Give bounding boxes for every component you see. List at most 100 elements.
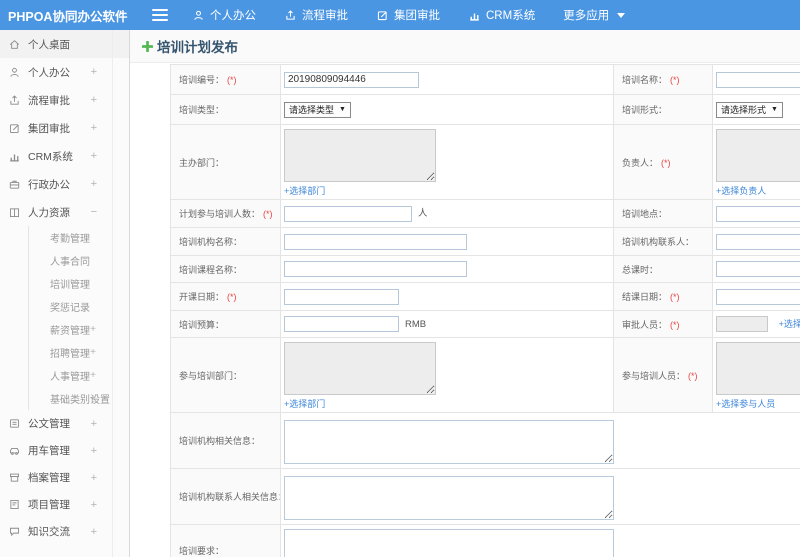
topmenu-personal-office[interactable]: 个人办公: [178, 0, 270, 30]
sidebar-item-knowledge[interactable]: 知识交流 +: [0, 518, 129, 545]
expand-icon[interactable]: +: [90, 324, 96, 335]
join-people-textarea[interactable]: [716, 342, 800, 395]
sidebar-item-label: CRM系统: [28, 150, 73, 163]
sidebar-subitem-personnel[interactable]: 人事管理 +: [29, 364, 129, 387]
sidebar-item-vehicle[interactable]: 用车管理 +: [0, 437, 129, 464]
expand-icon[interactable]: +: [91, 418, 97, 430]
sidebar-subitem-attendance[interactable]: 考勤管理: [29, 226, 129, 249]
approver-input[interactable]: [716, 316, 768, 332]
sidebar-item-projects[interactable]: 项目管理 +: [0, 491, 129, 518]
sidebar-subitem-label: 人事管理: [50, 372, 90, 383]
org-name-input[interactable]: [284, 233, 467, 250]
location-input[interactable]: [716, 205, 800, 222]
field-label: 培训形式：: [622, 105, 668, 115]
select-dept-link[interactable]: +选择部门: [284, 184, 325, 197]
join-dept-textarea[interactable]: [284, 342, 436, 395]
sidebar-subitem-recruitment[interactable]: 招聘管理 +: [29, 341, 129, 364]
sidebar-item-crm-system[interactable]: CRM系统 +: [0, 142, 129, 170]
sidebar-subitem-rewards[interactable]: 奖惩记录: [29, 295, 129, 318]
required-mark: (*): [263, 209, 273, 219]
course-name-input[interactable]: [284, 261, 467, 277]
select-join-people-link[interactable]: +选择参与人员: [716, 397, 775, 410]
topmenu-group-approval[interactable]: 集团审批: [362, 0, 454, 30]
sidebar-item-group-approval[interactable]: 集团审批 +: [0, 114, 129, 142]
total-hours-input[interactable]: [716, 261, 800, 277]
expand-icon[interactable]: +: [91, 122, 97, 134]
sidebar-subitem-base-category[interactable]: 基础类别设置 +: [29, 387, 129, 410]
briefcase-icon: [8, 178, 21, 191]
sidebar-item-label: 个人桌面: [28, 38, 70, 51]
sidebar-item-personal-desktop[interactable]: 个人桌面: [0, 30, 129, 58]
expand-icon[interactable]: +: [91, 94, 97, 106]
field-label: 培训机构名称：: [179, 237, 243, 247]
select-approver-link[interactable]: +选择审批人员: [779, 319, 800, 329]
training-no-input[interactable]: [284, 71, 419, 88]
sidebar-item-human-resources[interactable]: 人力资源 −: [0, 198, 129, 226]
topmenu-crm-system[interactable]: CRM系统: [454, 0, 549, 30]
form-row: 培训预算： RMB 审批人员：(*) +选择审批人员: [170, 310, 800, 338]
required-mark: (*): [227, 75, 237, 85]
document-icon: [8, 417, 21, 430]
sidebar-subitem-salary[interactable]: 薪资管理 +: [29, 318, 129, 341]
workflow-icon: [8, 94, 21, 107]
field-label: 培训要求：: [179, 545, 225, 556]
budget-input[interactable]: [284, 316, 399, 332]
required-mark: (*): [670, 75, 680, 85]
plan-count-input[interactable]: [284, 205, 412, 222]
expand-icon[interactable]: +: [91, 66, 97, 78]
sidebar-item-label: 项目管理: [28, 499, 70, 511]
sidebar-item-workflow-approval[interactable]: 流程审批 +: [0, 86, 129, 114]
expand-icon[interactable]: +: [91, 526, 97, 538]
topmenu-more-apps[interactable]: 更多应用: [549, 0, 639, 30]
org-contact-info-textarea[interactable]: [284, 475, 614, 520]
collapse-icon[interactable]: −: [91, 206, 97, 218]
training-form-select[interactable]: 请选择形式 ▼: [716, 101, 783, 118]
expand-icon[interactable]: +: [91, 445, 97, 457]
sidebar-item-official-docs[interactable]: 公文管理 +: [0, 410, 129, 437]
sidebar-item-label: 流程审批: [28, 94, 70, 107]
sidebar-item-admin-office[interactable]: 行政办公 +: [0, 170, 129, 198]
requirements-textarea[interactable]: [284, 529, 614, 557]
user-icon: [192, 9, 205, 22]
topmenu-workflow-approval[interactable]: 流程审批: [270, 0, 362, 30]
sidebar-subitem-label: 培训管理: [50, 280, 90, 291]
sidebar-item-personal-office[interactable]: 个人办公 +: [0, 58, 129, 86]
topbar: PHPOA协同办公软件 个人办公 流程审批 集团审批 CRM系统 更多应用: [0, 0, 800, 30]
training-plan-form: 培训编号：(*) 培训名称：(*) 培训类型： 请选择类型 ▼ 培训形式： 请选…: [170, 64, 800, 557]
hamburger-icon[interactable]: [152, 6, 168, 24]
form-row: 培训要求：: [170, 524, 800, 557]
expand-icon[interactable]: +: [90, 347, 96, 358]
org-contact-input[interactable]: [716, 233, 800, 250]
select-join-dept-link[interactable]: +选择部门: [284, 397, 325, 410]
start-date-input[interactable]: [284, 288, 399, 305]
car-icon: [8, 444, 21, 457]
sidebar-subitem-label: 薪资管理: [50, 326, 90, 337]
sidebar-subitem-label: 招聘管理: [50, 349, 90, 360]
expand-icon[interactable]: +: [91, 178, 97, 190]
archive-icon: [8, 471, 21, 484]
sidebar-subitem-hr-contract[interactable]: 人事合同: [29, 249, 129, 272]
expand-icon[interactable]: +: [91, 499, 97, 511]
form-row: 培训机构相关信息：: [170, 412, 800, 469]
expand-icon[interactable]: +: [91, 150, 97, 162]
form-row: 开课日期： (*) 结课日期： (*): [170, 282, 800, 311]
sidebar-subitem-label: 考勤管理: [50, 234, 90, 245]
home-icon: [8, 38, 21, 51]
expand-icon[interactable]: +: [91, 472, 97, 484]
leader-textarea[interactable]: [716, 129, 800, 182]
training-type-select[interactable]: 请选择类型 ▼: [284, 101, 351, 118]
sidebar-item-label: 公文管理: [28, 418, 70, 430]
end-date-input[interactable]: [716, 288, 800, 305]
sidebar-item-archives[interactable]: 档案管理 +: [0, 464, 129, 491]
field-label: 计划参与培训人数：: [179, 209, 261, 219]
sidebar-subitem-training[interactable]: 培训管理: [29, 272, 129, 295]
host-dept-textarea[interactable]: [284, 129, 436, 182]
field-label: 培训预算：: [179, 319, 225, 330]
user-icon: [8, 66, 21, 79]
select-leader-link[interactable]: +选择负责人: [716, 184, 766, 197]
expand-icon[interactable]: +: [90, 370, 96, 381]
required-mark: (*): [670, 292, 680, 302]
training-name-input[interactable]: [716, 71, 800, 88]
expand-icon[interactable]: +: [90, 393, 96, 404]
org-info-textarea[interactable]: [284, 419, 614, 464]
